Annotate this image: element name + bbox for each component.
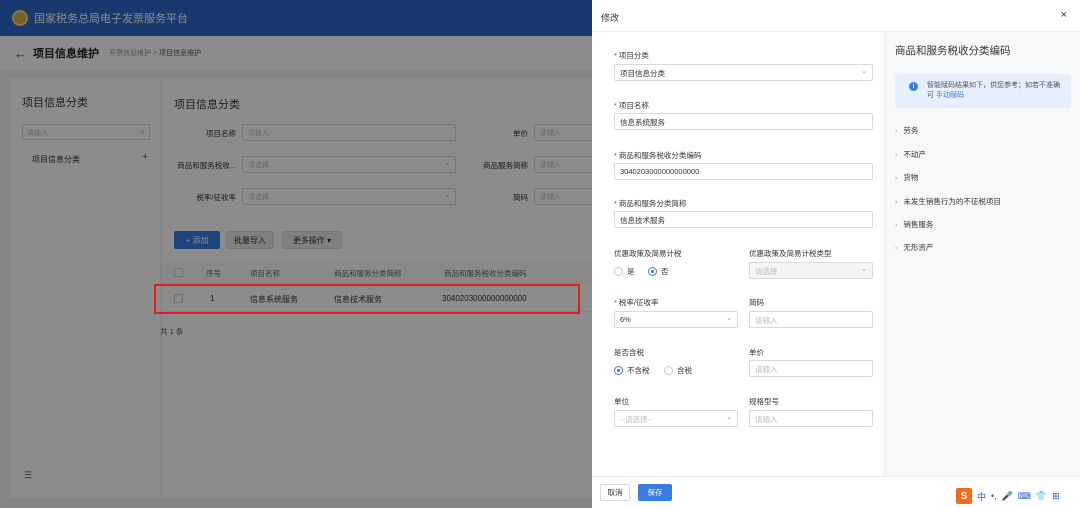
name-label-text: 项目名称 — [618, 101, 649, 110]
price-label: 单价 — [749, 348, 764, 357]
category-label: * 项目分类 — [614, 50, 649, 61]
policy-type-select[interactable]: 请选择 ⌄ — [749, 262, 873, 279]
code-input[interactable]: 3040203000000000000 — [614, 163, 873, 180]
chevron-down-icon: ⌄ — [726, 315, 732, 322]
chevron-down-icon: ⌄ — [861, 68, 867, 75]
category-item[interactable]: › 劳务 — [895, 125, 918, 136]
abbr-input[interactable]: 请输入 — [749, 311, 873, 328]
taxinc-no-label: 不含税 — [627, 366, 650, 375]
short-value: 信息技术服务 — [620, 216, 665, 225]
category-item-label: 销售服务 — [903, 220, 934, 229]
ime-language-toggle[interactable]: 中 — [977, 490, 986, 503]
code-label-text: 商品和服务税收分类编码 — [618, 151, 702, 160]
ime-toolbar: S 中 •, 🎤 ⌨ 👕 ⊞ — [956, 488, 1060, 504]
short-label-text: 商品和服务分类简称 — [618, 199, 687, 208]
tip-text: 智能赋码结果如下，供您参考；如若不准确可 手动赋码 — [927, 81, 1063, 101]
category-item-label: 货物 — [903, 173, 919, 182]
name-label: * 项目名称 — [614, 100, 649, 111]
manual-code-link[interactable]: 手动赋码 — [936, 92, 964, 99]
taxinc-yes-radio[interactable]: 含税 — [664, 365, 692, 376]
spec-placeholder: 请输入 — [755, 415, 778, 424]
category-item[interactable]: › 未发生销售行为的不征税项目 — [895, 196, 1001, 207]
microphone-icon[interactable]: 🎤 — [1002, 491, 1013, 502]
drawer-title: 修改 — [601, 13, 620, 23]
name-value: 信息系统服务 — [620, 118, 665, 127]
policy-no-label: 否 — [661, 267, 669, 276]
category-item[interactable]: › 不动产 — [895, 149, 926, 160]
category-item-label: 不动产 — [903, 150, 926, 159]
category-item[interactable]: › 货物 — [895, 172, 918, 183]
policy-type-placeholder: 请选择 — [755, 267, 778, 276]
tax-code-panel-title: 商品和服务税收分类编码 — [895, 45, 1011, 57]
unit-select[interactable]: --请选择-- ⌄ — [614, 410, 738, 427]
radio-dot — [664, 366, 673, 375]
abbr-placeholder: 请输入 — [755, 316, 778, 325]
rate-label-text: 税率/征收率 — [618, 298, 659, 307]
edit-drawer: 修改 × * 项目分类 项目信息分类 ⌄ * 项目名称 信息系统服务 * 商品和服务税收… — [592, 0, 1080, 508]
required-mark: * — [614, 51, 617, 60]
unit-label: 单位 — [614, 397, 629, 406]
policy-label: 优惠政策及简易计税 — [614, 249, 682, 258]
category-item-label: 劳务 — [903, 126, 919, 135]
smart-code-tip: i 智能赋码结果如下，供您参考；如若不准确可 手动赋码 — [895, 74, 1071, 108]
required-mark: * — [614, 298, 617, 307]
radio-dot — [614, 267, 623, 276]
code-label: * 商品和服务税收分类编码 — [614, 150, 701, 161]
edit-form: * 项目分类 项目信息分类 ⌄ * 项目名称 信息系统服务 * 商品和服务税收分类编码 … — [592, 32, 884, 476]
name-input[interactable]: 信息系统服务 — [614, 113, 873, 130]
unit-placeholder: --请选择-- — [620, 415, 653, 424]
code-value: 3040203000000000000 — [620, 167, 700, 176]
chevron-right-icon: › — [895, 245, 898, 252]
category-value: 项目信息分类 — [620, 69, 665, 78]
tax-code-panel: 商品和服务税收分类编码 i 智能赋码结果如下，供您参考；如若不准确可 手动赋码 … — [884, 32, 1080, 476]
chevron-right-icon: › — [895, 222, 898, 229]
chevron-right-icon: › — [895, 199, 898, 206]
cancel-button[interactable]: 取消 — [600, 484, 630, 501]
chevron-right-icon: › — [895, 128, 898, 135]
taxinc-yes-label: 含税 — [677, 366, 692, 375]
price-input[interactable]: 请输入 — [749, 360, 873, 377]
policy-yes-radio[interactable]: 是 — [614, 266, 635, 277]
spec-input[interactable]: 请输入 — [749, 410, 873, 427]
drawer-footer: 取消 保存 S 中 •, 🎤 ⌨ 👕 ⊞ — [592, 476, 1080, 508]
policy-no-radio[interactable]: 否 — [648, 266, 669, 277]
sogou-ime-logo[interactable]: S — [956, 488, 972, 504]
info-icon: i — [909, 82, 918, 91]
drawer-header: 修改 × — [592, 0, 1080, 32]
category-item[interactable]: › 销售服务 — [895, 219, 933, 230]
taxinc-label: 是否含税 — [614, 348, 644, 357]
chevron-down-icon: ⌄ — [726, 414, 732, 421]
category-select[interactable]: 项目信息分类 ⌄ — [614, 64, 873, 81]
save-button[interactable]: 保存 — [638, 484, 672, 501]
taxinc-no-radio[interactable]: 不含税 — [614, 365, 650, 376]
keyboard-icon[interactable]: ⌨ — [1018, 491, 1031, 502]
chevron-right-icon: › — [895, 152, 898, 159]
category-item-label: 无形资产 — [903, 243, 934, 252]
policy-type-label: 优惠政策及简易计税类型 — [749, 249, 832, 258]
category-item[interactable]: › 无形资产 — [895, 242, 933, 253]
short-input[interactable]: 信息技术服务 — [614, 211, 873, 228]
radio-dot-selected — [648, 267, 657, 276]
policy-yes-label: 是 — [627, 267, 635, 276]
abbr-label: 简码 — [749, 298, 764, 307]
category-item-label: 未发生销售行为的不征税项目 — [903, 197, 1001, 206]
radio-dot-selected — [614, 366, 623, 375]
short-label: * 商品和服务分类简称 — [614, 198, 686, 209]
required-mark: * — [614, 101, 617, 110]
grid-menu-icon[interactable]: ⊞ — [1052, 491, 1060, 502]
category-label-text: 项目分类 — [618, 51, 649, 60]
highlight-annotation — [154, 284, 580, 314]
required-mark: * — [614, 151, 617, 160]
spec-label: 规格型号 — [749, 397, 779, 406]
close-icon[interactable]: × — [1061, 9, 1067, 21]
skin-icon[interactable]: 👕 — [1036, 491, 1047, 502]
rate-label: * 税率/征收率 — [614, 297, 659, 308]
required-mark: * — [614, 199, 617, 208]
rate-select[interactable]: 6% ⌄ — [614, 311, 738, 328]
chevron-right-icon: › — [895, 175, 898, 182]
price-placeholder: 请输入 — [755, 365, 778, 374]
ime-punctuation-icon[interactable]: •, — [991, 491, 997, 501]
rate-value: 6% — [620, 315, 631, 324]
chevron-down-icon: ⌄ — [861, 266, 867, 273]
